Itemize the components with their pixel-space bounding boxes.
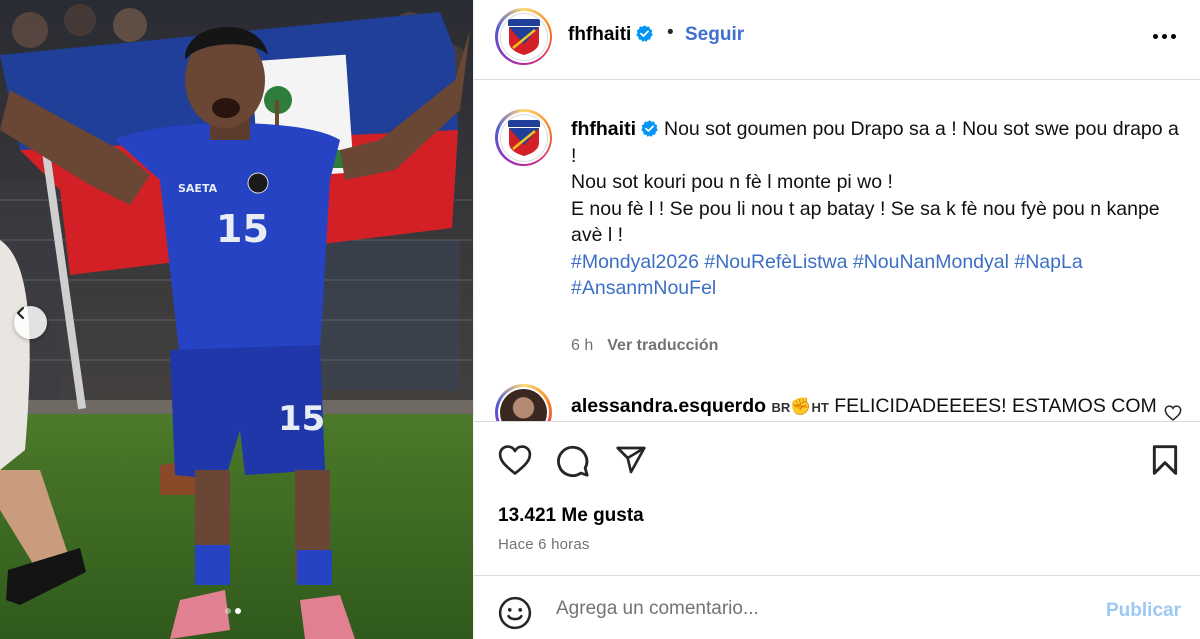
- verified-icon: [636, 25, 654, 42]
- more-icon-dot: [1152, 33, 1158, 39]
- add-comment-bar: Publicar: [474, 575, 1200, 639]
- handshake-emoji-icon: ✊: [790, 397, 812, 416]
- see-translation-link[interactable]: Ver traducción: [607, 337, 718, 354]
- commenter-username[interactable]: alessandra.esquerdo: [571, 395, 766, 417]
- flag-br: BR: [771, 400, 791, 415]
- comment-icon[interactable]: [556, 444, 590, 478]
- jersey-number-shorts: 15: [278, 399, 325, 439]
- caption-username[interactable]: fhfhaiti: [571, 118, 636, 140]
- carousel-dot: [225, 608, 231, 614]
- header-username-text: fhfhaiti: [568, 24, 632, 45]
- post-photo[interactable]: 15 15 SAETA: [0, 0, 473, 639]
- follow-button[interactable]: Seguir: [685, 24, 744, 46]
- commenter-avatar[interactable]: [495, 384, 552, 421]
- like-count[interactable]: 13.421 Me gusta: [498, 505, 644, 527]
- header-separator: •: [667, 22, 674, 43]
- post-image: 15 15 SAETA: [0, 0, 473, 639]
- verified-icon: [641, 120, 658, 137]
- caption-age: 6 h: [571, 337, 594, 354]
- carousel-dot-active: [235, 608, 241, 614]
- caption-line-2: Nou sot kouri pou n fè l monte pi wo !: [571, 171, 893, 193]
- caption-avatar[interactable]: [495, 109, 552, 166]
- comment-item: alessandra.esquerdo BR✊HT FELICIDADEEEES…: [571, 395, 1157, 418]
- post-caption: fhfhaiti Nou sot goumen pou Drapo sa a ! …: [571, 116, 1186, 302]
- comment-body: FELICIDADEEEES! ESTAMOS COM: [834, 395, 1157, 417]
- emoji-icon[interactable]: [498, 596, 532, 630]
- more-options-button[interactable]: [1146, 22, 1182, 50]
- comment-input[interactable]: [556, 592, 1076, 626]
- fhf-logo: [499, 12, 548, 61]
- carousel-prev-button[interactable]: [14, 306, 47, 339]
- profile-avatar[interactable]: [495, 8, 552, 65]
- header-username[interactable]: fhfhaiti: [568, 24, 654, 46]
- post-details-panel: fhfhaiti • Seguir fhfhaiti Nou sot goume…: [473, 0, 1200, 639]
- publish-button[interactable]: Publicar: [1106, 600, 1181, 622]
- caption-hashtags[interactable]: #Mondyal2026 #NouRefèListwa #NouNanMondy…: [571, 249, 1186, 302]
- commenter-photo: [500, 389, 547, 421]
- more-icon-dot: [1161, 33, 1167, 39]
- jersey-number-chest: 15: [216, 207, 269, 251]
- heart-icon[interactable]: [498, 444, 532, 476]
- bookmark-icon[interactable]: [1150, 444, 1180, 476]
- post-actions: 13.421 Me gusta Hace 6 horas: [474, 421, 1200, 575]
- caption-line-3: E nou fè l ! Se pou li nou t ap batay ! …: [571, 197, 1160, 247]
- comments-section: fhfhaiti Nou sot goumen pou Drapo sa a ! …: [474, 81, 1200, 421]
- share-icon[interactable]: [614, 444, 648, 476]
- chevron-left-icon: [16, 306, 25, 320]
- caption-line-1: Nou sot goumen pou Drapo sa a ! Nou sot …: [571, 118, 1179, 167]
- more-icon-dot: [1170, 33, 1176, 39]
- jersey-sponsor: SAETA: [178, 182, 218, 195]
- flag-ht: HT: [811, 400, 829, 415]
- post-timestamp[interactable]: Hace 6 horas: [498, 536, 590, 553]
- caption-meta: 6 h Ver traducción: [571, 337, 718, 355]
- post-header: fhfhaiti • Seguir: [474, 0, 1200, 80]
- fhf-logo: [499, 113, 548, 162]
- carousel-indicator: [225, 608, 241, 614]
- comment-heart-icon[interactable]: [1164, 405, 1182, 421]
